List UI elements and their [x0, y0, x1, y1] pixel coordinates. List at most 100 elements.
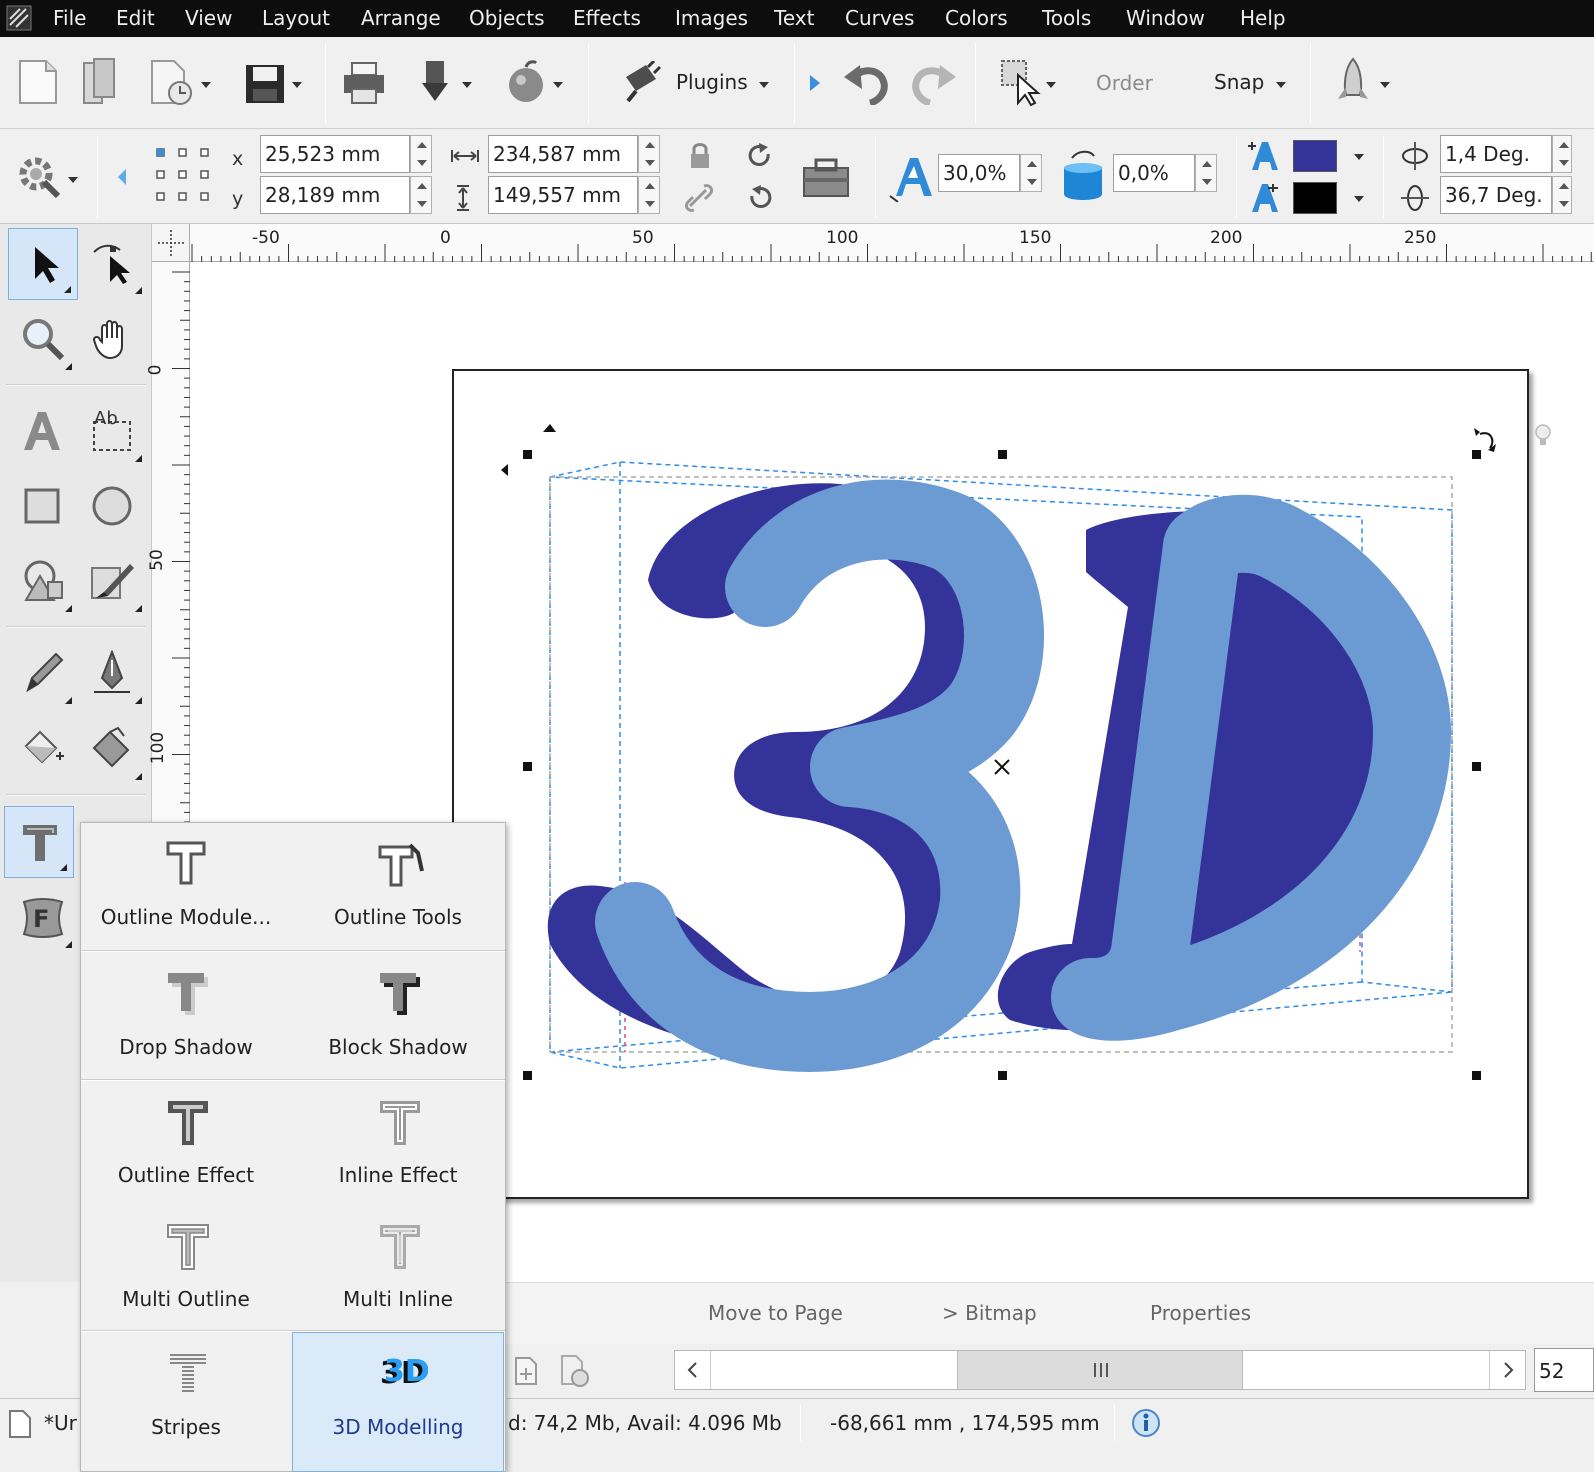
import-dropdown-icon[interactable]: [462, 82, 472, 88]
horizontal-ruler[interactable]: -50 0 50 100 150 200 250: [152, 224, 1594, 262]
scroll-right-button[interactable]: [1489, 1351, 1525, 1389]
pan-tool[interactable]: [78, 304, 148, 376]
menu-layout[interactable]: Layout: [262, 6, 330, 30]
perspective-spinner[interactable]: [1195, 154, 1217, 192]
menu-window[interactable]: Window: [1126, 6, 1205, 30]
select-objects-icon[interactable]: [1000, 59, 1042, 107]
menu-file[interactable]: File: [53, 6, 86, 30]
y-position-spinner[interactable]: [410, 176, 432, 214]
extrude-depth-icon[interactable]: [888, 152, 934, 202]
save-icon[interactable]: [244, 63, 286, 105]
rotation-x-spinner[interactable]: [1552, 135, 1572, 173]
block-shadow-button[interactable]: Block Shadow: [293, 953, 503, 1077]
import-icon[interactable]: [420, 59, 450, 103]
scroll-left-button[interactable]: [675, 1351, 711, 1389]
height-input[interactable]: 149,557 mm: [488, 176, 638, 214]
menu-effects[interactable]: Effects: [573, 6, 641, 30]
export-icon[interactable]: [504, 59, 548, 105]
shape-tool[interactable]: [8, 546, 78, 618]
frame-text-tool[interactable]: Ab: [78, 396, 148, 468]
light-source-icon[interactable]: [1535, 424, 1551, 445]
inline-effect-button[interactable]: Inline Effect: [293, 1081, 503, 1205]
pick-tool[interactable]: [8, 228, 78, 300]
rocket-dropdown-icon[interactable]: [1380, 82, 1390, 88]
pen-tool[interactable]: [78, 638, 148, 710]
outline-module-button[interactable]: Outline Module...: [81, 823, 291, 947]
save-dropdown-icon[interactable]: [292, 82, 302, 88]
menu-help[interactable]: Help: [1240, 6, 1286, 30]
rotation-y-input[interactable]: 36,7 Deg.: [1440, 176, 1552, 214]
outline-tools-button[interactable]: Outline Tools: [293, 823, 503, 947]
outline-color-dropdown-icon[interactable]: [1354, 196, 1364, 202]
zoom-input[interactable]: 52: [1534, 1348, 1594, 1392]
rotation-y-spinner[interactable]: [1552, 176, 1572, 214]
info-icon[interactable]: [1130, 1407, 1162, 1439]
extrude-depth-spinner[interactable]: [1020, 154, 1042, 192]
rotate-cw-icon[interactable]: [746, 142, 774, 170]
width-spinner[interactable]: [638, 135, 660, 173]
menu-arrange[interactable]: Arrange: [361, 6, 441, 30]
to-bitmap-button[interactable]: > Bitmap: [942, 1301, 1037, 1325]
order-button[interactable]: Order: [1096, 71, 1153, 95]
horizontal-scrollbar[interactable]: [674, 1350, 1526, 1390]
ruler-corner[interactable]: [152, 224, 190, 262]
height-spinner[interactable]: [638, 176, 660, 214]
settings-dropdown-icon[interactable]: [68, 177, 78, 183]
perspective-icon[interactable]: [1060, 148, 1106, 204]
scrollbar-thumb[interactable]: [957, 1351, 1243, 1389]
multi-outline-button[interactable]: Multi Outline: [81, 1205, 291, 1329]
extrude-depth-input[interactable]: 30,0%: [938, 154, 1020, 192]
collapse-arrow-icon[interactable]: [116, 168, 128, 186]
rectangle-tool[interactable]: [8, 472, 78, 544]
add-page-icon[interactable]: [512, 1356, 540, 1386]
interactive-fill-tool[interactable]: [78, 714, 148, 786]
outline-effect-button[interactable]: Outline Effect: [81, 1081, 291, 1205]
drop-shadow-button[interactable]: Drop Shadow: [81, 953, 291, 1077]
undo-icon[interactable]: [842, 59, 892, 105]
recent-documents-icon[interactable]: [150, 59, 196, 107]
menu-text[interactable]: Text: [774, 6, 814, 30]
print-icon[interactable]: [342, 61, 386, 105]
y-position-input[interactable]: 28,189 mm: [260, 176, 410, 214]
plugins-icon[interactable]: [622, 61, 662, 103]
menu-colors[interactable]: Colors: [945, 6, 1008, 30]
snap-button[interactable]: Snap: [1214, 70, 1264, 94]
fill-color-dropdown-icon[interactable]: [1354, 154, 1364, 160]
move-to-page-button[interactable]: Move to Page: [708, 1301, 843, 1325]
select-dropdown-icon[interactable]: [1046, 82, 1056, 88]
redo-icon[interactable]: [908, 59, 958, 105]
text-tool[interactable]: [8, 396, 78, 468]
text-effects-tool[interactable]: [4, 806, 74, 878]
rocket-icon[interactable]: [1336, 57, 1370, 105]
recent-dropdown-icon[interactable]: [201, 82, 211, 88]
stripes-button[interactable]: Stripes: [81, 1333, 291, 1457]
page-settings-icon[interactable]: [558, 1354, 592, 1388]
properties-button[interactable]: Properties: [1150, 1301, 1251, 1325]
expand-arrow-icon[interactable]: [808, 74, 822, 92]
envelope-tool[interactable]: F: [8, 882, 78, 954]
outline-color-swatch[interactable]: [1293, 182, 1337, 214]
node-tool[interactable]: [78, 228, 148, 300]
fill-color-swatch[interactable]: [1293, 140, 1337, 172]
menu-objects[interactable]: Objects: [469, 6, 545, 30]
toolbox-icon[interactable]: [800, 156, 852, 200]
menu-edit[interactable]: Edit: [116, 6, 155, 30]
lock-icon[interactable]: [688, 140, 712, 170]
artistic-media-tool[interactable]: [78, 546, 148, 618]
x-position-spinner[interactable]: [410, 135, 432, 173]
plugins-dropdown-icon[interactable]: [759, 82, 769, 88]
link-icon[interactable]: [684, 184, 714, 212]
x-position-input[interactable]: 25,523 mm: [260, 135, 410, 173]
rotate-ccw-icon[interactable]: [746, 184, 774, 212]
new-document-icon[interactable]: [18, 59, 58, 105]
width-input[interactable]: 234,587 mm: [488, 135, 638, 173]
multi-inline-button[interactable]: Multi Inline: [293, 1205, 503, 1329]
plugins-label[interactable]: Plugins: [676, 70, 748, 94]
fill-tool[interactable]: [8, 714, 78, 786]
perspective-input[interactable]: 0,0%: [1113, 154, 1195, 192]
zoom-tool[interactable]: [8, 304, 78, 376]
snap-dropdown-icon[interactable]: [1276, 82, 1286, 88]
pencil-tool[interactable]: [8, 638, 78, 710]
rotation-x-input[interactable]: 1,4 Deg.: [1440, 135, 1552, 173]
menu-curves[interactable]: Curves: [845, 6, 914, 30]
